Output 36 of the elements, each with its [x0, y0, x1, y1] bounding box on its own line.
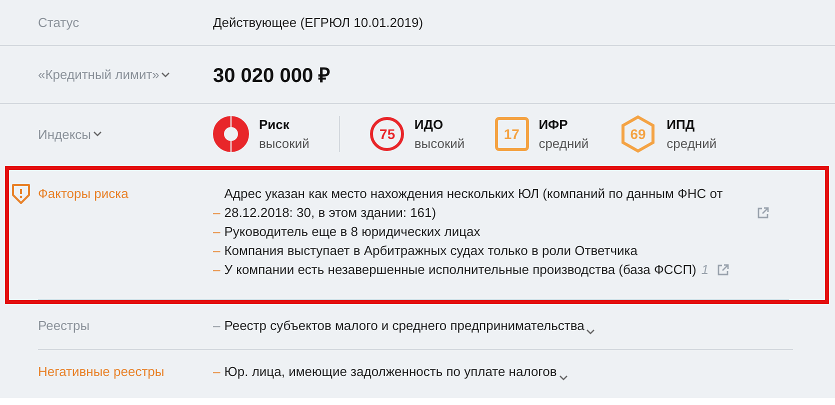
list-item: Юр. лица, имеющие задолженность по уплате налогов — [224, 363, 557, 381]
list-bullet: – — [213, 363, 220, 381]
row-label: Факторы риска — [38, 186, 128, 201]
status-value: Действующее (ЕГРЮЛ 10.01.2019) — [213, 15, 424, 30]
item-count: 1 — [701, 261, 709, 279]
list-item: Компания выступает в Арбитражных судах только в роли Ответчика — [224, 242, 638, 260]
chevron-down-icon[interactable] — [93, 131, 102, 137]
index-name: Риск — [259, 117, 290, 132]
credit-limit-amount: 30 020 000 ₽ — [213, 65, 331, 87]
list-item: У компании есть незавершенные исполнительные производства (база ФССП) — [224, 261, 696, 279]
index-grade: средний — [666, 136, 717, 151]
row-label[interactable]: «Кредитный лимит» — [38, 67, 160, 82]
score-square: 17 — [494, 117, 529, 151]
index-grade: средний — [538, 136, 589, 151]
list-bullet: – — [213, 317, 220, 335]
row-label: Реестры — [38, 318, 90, 333]
list-item: Адрес указан как место нахождения нескольких ЮЛ (компаний по данным ФНС от 28.12.2018: 30, в этом здании: 161) — [224, 185, 724, 222]
list-bullet: – — [213, 204, 220, 222]
score-circle: 75 — [370, 117, 404, 151]
index-name: ИДО — [414, 117, 444, 132]
list-item: Руководитель еще в 8 юридических лицах — [224, 223, 480, 241]
list-item: Реестр субъектов малого и среднего предпринимательства — [224, 317, 584, 335]
chevron-down-icon[interactable] — [558, 375, 568, 381]
index-grade: высокий — [414, 136, 465, 151]
row-label[interactable]: Индексы — [38, 126, 92, 142]
index-name: ИФР — [538, 117, 569, 132]
index-name: ИПД — [666, 117, 696, 132]
score-hexagon: 69 — [618, 115, 657, 153]
index-grade: высокий — [259, 136, 310, 151]
list-bullet: – — [213, 242, 220, 260]
list-bullet: – — [213, 261, 220, 279]
row-label: Статус — [38, 15, 80, 30]
row-label: Негативные реестры — [38, 364, 164, 379]
chevron-down-icon[interactable] — [586, 329, 596, 335]
list-bullet: – — [213, 223, 220, 241]
chevron-down-icon[interactable] — [161, 72, 170, 78]
